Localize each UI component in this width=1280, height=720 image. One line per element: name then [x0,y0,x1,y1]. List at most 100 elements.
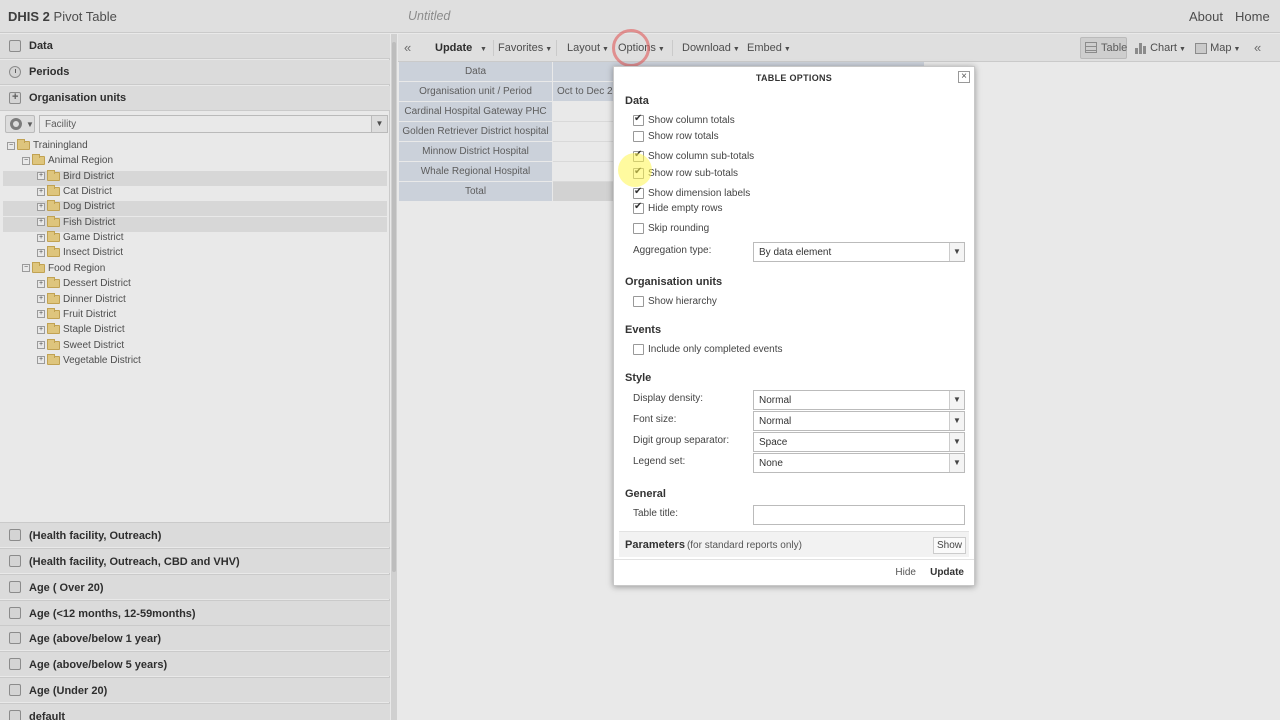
display-density-select[interactable]: Normal ▼ [753,390,965,410]
collapse-right-icon[interactable]: « [1254,40,1261,55]
legend-set-select[interactable]: None ▼ [753,453,965,473]
scrollbar-thumb[interactable] [392,42,396,572]
show-parameters-button[interactable]: Show [933,537,966,554]
expand-icon[interactable]: + [37,356,45,365]
tree-node-label: Staple District [63,324,125,336]
show-column-totals-option[interactable]: Show column totals [633,113,735,129]
tree-node[interactable]: + Game District [3,231,387,247]
close-button[interactable]: × [958,71,970,83]
about-link[interactable]: About [1189,9,1223,24]
update-button[interactable]: Update [930,567,964,578]
tree-node[interactable]: + Vegetable District [3,353,387,370]
show-row-totals-option[interactable]: Show row totals [633,131,719,145]
org-level-select[interactable]: Facility ▼ [39,115,388,133]
show-row-subtotals-option[interactable]: Show row sub-totals [633,166,738,182]
tree-node[interactable]: + Fruit District [3,307,387,324]
folder-icon [47,200,60,212]
hide-button[interactable]: Hide [895,567,916,578]
tree-node[interactable]: + Bird District [3,169,387,186]
collapse-icon[interactable]: − [7,141,15,150]
tree-node[interactable]: + Fish District [3,215,387,232]
expand-icon[interactable]: + [37,187,45,196]
checkbox[interactable] [633,186,644,199]
update-label: Update [435,42,473,54]
tree-node[interactable]: + Insect District [3,246,387,262]
chart-menu[interactable]: Chart ▼ [1135,42,1186,54]
gear-icon [10,118,22,130]
aggregation-type-select[interactable]: By data element ▼ [753,242,965,262]
show-dimension-labels-option[interactable]: Show dimension labels [633,186,750,202]
expand-icon[interactable]: + [37,233,45,242]
tree-node[interactable]: − Food Region [3,261,387,278]
download-label: Download [682,42,731,54]
expand-icon[interactable]: + [37,248,45,257]
checkbox[interactable] [633,113,644,126]
expand-icon[interactable]: + [37,325,45,334]
dimension-group-header[interactable]: default [0,703,390,720]
org-units-section-header[interactable]: Organisation units [0,86,390,111]
checkbox[interactable] [633,131,644,142]
download-menu[interactable]: Download ▼ [682,42,740,54]
checkbox[interactable] [633,149,644,162]
map-menu[interactable]: Map ▼ [1195,42,1240,54]
checkbox[interactable] [633,344,644,355]
show-column-subtotals-option[interactable]: Show column sub-totals [633,149,754,165]
hide-empty-rows-option[interactable]: Hide empty rows [633,201,722,217]
tree-node[interactable]: + Sweet District [3,338,387,355]
expand-icon[interactable]: + [37,310,45,319]
dimension-group-header[interactable]: Age ( Over 20) [0,574,390,599]
panel-scrollbar[interactable] [391,34,397,720]
checkbox[interactable] [633,296,644,307]
update-menu-caret[interactable]: ▼ [478,42,487,54]
skip-rounding-option[interactable]: Skip rounding [633,223,709,237]
embed-menu[interactable]: Embed ▼ [747,42,791,54]
tree-node[interactable]: + Staple District [3,323,387,339]
tree-node-label: Animal Region [48,155,114,167]
dimension-group-header[interactable]: Age (Under 20) [0,677,390,702]
dialog-title: TABLE OPTIONS [755,73,833,83]
table-title-input[interactable] [753,505,965,525]
collapse-left-icon[interactable]: « [404,40,411,55]
dimension-group-header[interactable]: Age (<12 months, 12-59months) [0,600,390,625]
tree-node[interactable]: + Cat District [3,185,387,201]
gear-button[interactable]: ▼ [5,115,35,133]
expand-icon[interactable]: + [37,341,45,350]
dimension-group-header[interactable]: (Health facility, Outreach) [0,522,390,547]
clock-icon [9,66,21,78]
include-completed-events-option[interactable]: Include only completed events [633,344,783,358]
select-value: Normal [759,395,792,406]
tree-node[interactable]: + Dog District [3,200,387,217]
data-section-header[interactable]: Data [0,34,390,59]
checkbox[interactable] [633,166,644,179]
tree-node[interactable]: + Dinner District [3,292,387,309]
tree-node[interactable]: + Dessert District [3,277,387,293]
expand-icon[interactable]: + [37,279,45,288]
periods-section-header[interactable]: Periods [0,60,390,85]
table-view-button[interactable]: Table [1080,37,1127,59]
tree-node[interactable]: − Animal Region [3,154,387,170]
collapse-icon[interactable]: − [22,264,30,273]
expand-icon[interactable]: + [37,295,45,303]
dimension-group-header[interactable]: Age (above/below 5 years) [0,651,390,676]
show-hierarchy-option[interactable]: Show hierarchy [633,296,717,310]
favorites-menu[interactable]: Favorites ▼ [498,42,552,54]
expand-icon[interactable]: + [37,172,45,181]
update-button[interactable]: Update [435,42,472,54]
caret-icon: ▼ [657,46,665,53]
tree-node-label: Dog District [63,201,115,213]
digit-separator-select[interactable]: Space ▼ [753,432,965,452]
dimension-icon [9,581,21,593]
collapse-icon[interactable]: − [22,156,30,165]
checkbox[interactable] [633,223,644,234]
checkbox[interactable] [633,201,644,214]
dimension-group-header[interactable]: Age (above/below 1 year) [0,625,390,650]
expand-icon[interactable]: + [37,202,45,211]
dimension-group-header[interactable]: (Health facility, Outreach, CBD and VHV) [0,548,390,573]
options-menu[interactable]: Options ▼ [618,42,665,54]
home-link[interactable]: Home [1235,9,1270,24]
font-size-select[interactable]: Normal ▼ [753,411,965,431]
expand-icon[interactable]: + [37,218,45,227]
layout-menu[interactable]: Layout ▼ [567,42,609,54]
tree-node[interactable]: − Trainingland [3,139,387,155]
dimension-header: Data [399,62,553,82]
